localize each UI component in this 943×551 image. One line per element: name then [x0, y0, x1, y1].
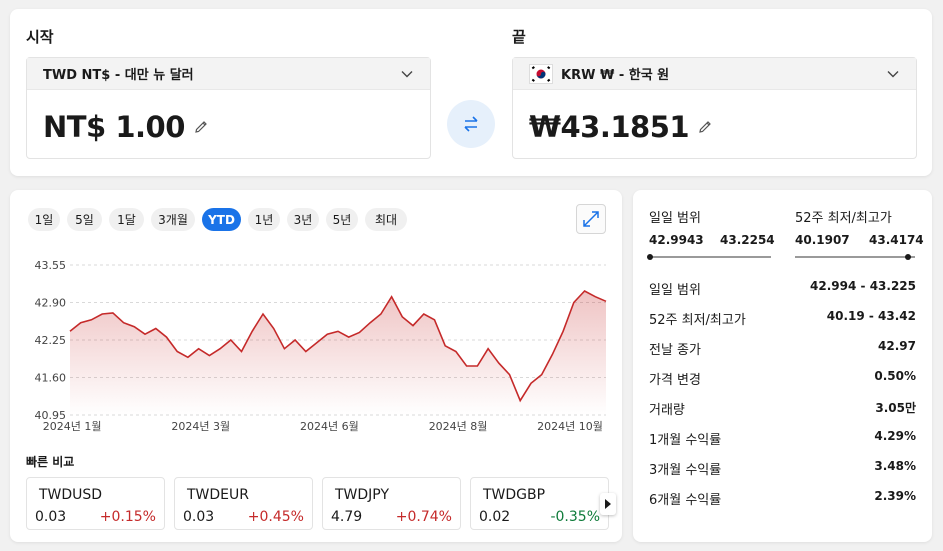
week52-range-marker — [905, 254, 911, 260]
chevron-down-icon — [400, 67, 414, 85]
expand-icon — [583, 211, 599, 227]
pair-change: +0.45% — [247, 509, 304, 525]
to-currency-select[interactable]: KRW ₩ - 한국 원 — [513, 58, 916, 90]
day-range-marker — [647, 254, 653, 260]
stat-row: 전날 종가 42.97 — [649, 339, 916, 359]
pair-name: TWDGBP — [483, 487, 546, 503]
pair-price: 0.02 — [479, 509, 511, 525]
stat-value: 40.19 - 43.42 — [826, 309, 916, 323]
x-tick-label: 2024년 1월 — [43, 420, 102, 433]
tab-period-5y[interactable]: 5년 — [326, 208, 358, 231]
pair-change: +0.74% — [395, 509, 452, 525]
day-range-bar — [649, 256, 771, 258]
pair-price: 0.03 — [35, 509, 67, 525]
quick-compare-card[interactable]: TWDUSD 0.03 +0.15% — [26, 477, 165, 530]
tab-period-5d[interactable]: 5일 — [67, 208, 102, 231]
pencil-icon[interactable] — [697, 119, 713, 135]
x-tick-label: 2024년 10월 — [537, 420, 603, 433]
to-amount-field[interactable]: ₩43.1851 — [529, 110, 713, 144]
from-label: 시작 — [26, 28, 54, 46]
from-currency-name: TWD NT$ - 대만 뉴 달러 — [43, 68, 194, 83]
stat-label: 일일 범위 — [649, 283, 701, 298]
stat-row: 거래량 3.05만 — [649, 399, 916, 419]
stat-value: 42.994 - 43.225 — [810, 279, 916, 293]
day-range-title: 일일 범위 — [649, 211, 701, 226]
tab-period-3y[interactable]: 3년 — [287, 208, 319, 231]
pair-name: TWDJPY — [335, 487, 389, 503]
stat-value: 3.48% — [874, 459, 916, 473]
stat-row: 일일 범위 42.994 - 43.225 — [649, 279, 916, 299]
stat-label: 가격 변경 — [649, 373, 701, 388]
swap-currencies-button[interactable] — [447, 100, 495, 148]
stat-row: 3개월 수익률 3.48% — [649, 459, 916, 479]
stat-value: 0.50% — [874, 369, 916, 383]
day-high: 43.2254 — [720, 233, 775, 247]
stat-row: 52주 최저/최고가 40.19 - 43.42 — [649, 309, 916, 329]
pair-name: TWDEUR — [187, 487, 249, 503]
to-currency-name: KRW ₩ - 한국 원 — [561, 68, 670, 83]
stat-value: 3.05만 — [875, 401, 916, 415]
pair-name: TWDUSD — [39, 487, 103, 503]
stat-value: 42.97 — [878, 339, 916, 353]
next-arrow-button[interactable] — [600, 493, 616, 515]
stat-row: 6개월 수익률 2.39% — [649, 489, 916, 509]
pair-price: 4.79 — [331, 509, 363, 525]
stat-label: 52주 최저/최고가 — [649, 313, 746, 328]
to-currency-box: KRW ₩ - 한국 원 ₩43.1851 — [512, 57, 917, 159]
pair-change: +0.15% — [99, 509, 156, 525]
play-right-icon — [605, 499, 611, 509]
stat-row: 1개월 수익률 4.29% — [649, 429, 916, 449]
tab-period-1d[interactable]: 1일 — [28, 208, 60, 231]
tab-period-ytd[interactable]: YTD — [202, 208, 241, 231]
week52-low: 40.1907 — [795, 233, 850, 247]
x-axis-ticks: 2024년 1월 2024년 3월 2024년 6월 2024년 8월 2024년 10… — [43, 420, 603, 433]
pair-change: -0.35% — [550, 509, 600, 525]
week52-range-bar — [795, 256, 915, 258]
stat-label: 전날 종가 — [649, 343, 701, 358]
tab-period-1y[interactable]: 1년 — [248, 208, 280, 231]
y-tick-label: 41.60 — [35, 372, 67, 385]
from-amount: NT$ 1.00 — [43, 110, 185, 144]
stat-label: 거래량 — [649, 403, 685, 418]
pair-price: 0.03 — [183, 509, 215, 525]
quick-compare-card[interactable]: TWDJPY 4.79 +0.74% — [322, 477, 461, 530]
quick-compare-label: 빠른 비교 — [26, 455, 75, 469]
to-amount: ₩43.1851 — [529, 110, 690, 144]
swap-icon — [464, 116, 478, 132]
stat-label: 6개월 수익률 — [649, 493, 722, 508]
price-chart[interactable]: 43.5542.9042.2541.6040.95 2024년 1월 2024년 … — [10, 245, 622, 440]
tab-period-1m[interactable]: 1달 — [109, 208, 144, 231]
to-label: 끝 — [512, 28, 526, 46]
stat-label: 1개월 수익률 — [649, 433, 722, 448]
korea-flag-icon — [529, 63, 553, 84]
quick-compare-card[interactable]: TWDEUR 0.03 +0.45% — [174, 477, 313, 530]
x-tick-label: 2024년 6월 — [300, 420, 359, 433]
chart-panel: 1일 5일 1달 3개월 YTD 1년 3년 5년 최대 43.55 42.90 4… — [10, 190, 622, 542]
stat-value: 4.29% — [874, 429, 916, 443]
expand-chart-button[interactable] — [576, 204, 606, 234]
from-currency-box: TWD NT$ - 대만 뉴 달러 NT$ 1.00 — [26, 57, 431, 159]
week52-high: 43.4174 — [869, 233, 924, 247]
x-tick-label: 2024년 8월 — [429, 420, 488, 433]
quick-compare-card[interactable]: TWDGBP 0.02 -0.35% — [470, 477, 609, 530]
x-tick-label: 2024년 3월 — [171, 420, 230, 433]
tab-period-max[interactable]: 최대 — [365, 208, 407, 231]
pencil-icon[interactable] — [193, 119, 209, 135]
from-amount-field[interactable]: NT$ 1.00 — [43, 110, 209, 144]
tab-period-3m[interactable]: 3개월 — [151, 208, 195, 231]
day-low: 42.9943 — [649, 233, 704, 247]
y-tick-label: 42.25 — [35, 334, 67, 347]
stats-panel: 일일 범위 42.9943 43.2254 52주 최저/최고가 40.1907… — [633, 190, 932, 542]
week52-title: 52주 최저/최고가 — [795, 211, 892, 226]
price-area — [70, 291, 606, 415]
stat-value: 2.39% — [874, 489, 916, 503]
from-currency-select[interactable]: TWD NT$ - 대만 뉴 달러 — [27, 58, 430, 90]
y-axis-ticks: 43.5542.9042.2541.6040.95 — [35, 259, 67, 422]
stat-label: 3개월 수익률 — [649, 463, 722, 478]
chevron-down-icon — [886, 67, 900, 85]
currency-converter: 시작 끝 TWD NT$ - 대만 뉴 달러 NT$ 1.00 KRW ₩ - … — [10, 9, 932, 176]
stat-row: 가격 변경 0.50% — [649, 369, 916, 389]
y-tick-label: 43.55 — [35, 259, 67, 272]
y-tick-label: 42.90 — [35, 297, 67, 310]
